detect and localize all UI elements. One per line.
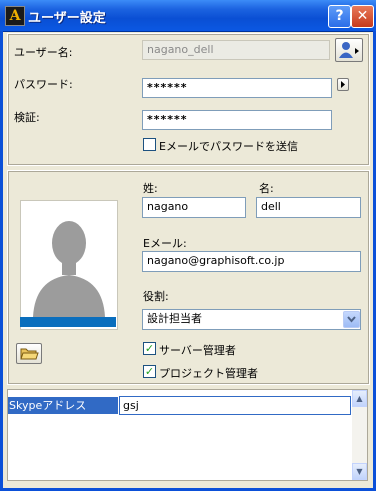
dropdown-arrow-icon [347,316,356,323]
project-admin-checkbox[interactable]: ✓ [143,365,156,378]
email-label: Eメール: [143,237,187,250]
role-dropdown-button[interactable] [343,311,360,328]
app-logo-icon: A [5,6,25,26]
window-frame-left [0,31,3,491]
password-field[interactable]: ****** [142,78,332,98]
contact-value-input[interactable]: gsj [119,396,351,415]
role-select[interactable]: 設計担当者 [142,309,361,330]
project-admin-label[interactable]: プロジェクト管理者 [159,365,258,381]
username-label: ユーザー名: [14,46,73,59]
contact-key-cell[interactable]: Skypeアドレス [8,397,118,414]
user-select-button[interactable] [335,38,363,62]
folder-icon [20,348,39,360]
first-name-label: 名: [259,182,274,195]
help-button[interactable]: ? [328,5,351,28]
password-menu-button[interactable] [337,78,349,91]
server-admin-checkbox[interactable]: ✓ [143,342,156,355]
role-select-value: 設計担当者 [147,312,202,325]
scroll-down-icon[interactable]: ▼ [352,463,367,480]
email-field[interactable]: nagano@graphisoft.co.jp [142,251,361,272]
last-name-field[interactable]: nagano [142,197,246,218]
user-icon [339,42,359,58]
first-name-field[interactable]: dell [256,197,361,218]
last-name-label: 姓: [143,182,158,195]
email-password-checkbox[interactable] [143,138,156,151]
role-label: 役割: [143,290,169,303]
scroll-up-icon[interactable]: ▲ [352,390,367,407]
photo-status-bar [20,317,116,327]
close-button[interactable]: ✕ [351,5,374,28]
photo-browse-button[interactable] [16,343,42,364]
user-photo [20,200,118,330]
username-field: nagano_dell [142,40,330,60]
verify-label: 検証: [14,111,40,124]
window-title: ユーザー設定 [28,11,106,26]
password-label: パスワード: [14,78,73,91]
email-password-label[interactable]: Eメールでパスワードを送信 [159,138,298,154]
play-arrow-icon [341,81,345,88]
server-admin-label[interactable]: サーバー管理者 [159,342,236,358]
user-silhouette-icon [33,221,105,317]
verify-password-field[interactable]: ****** [142,110,332,130]
